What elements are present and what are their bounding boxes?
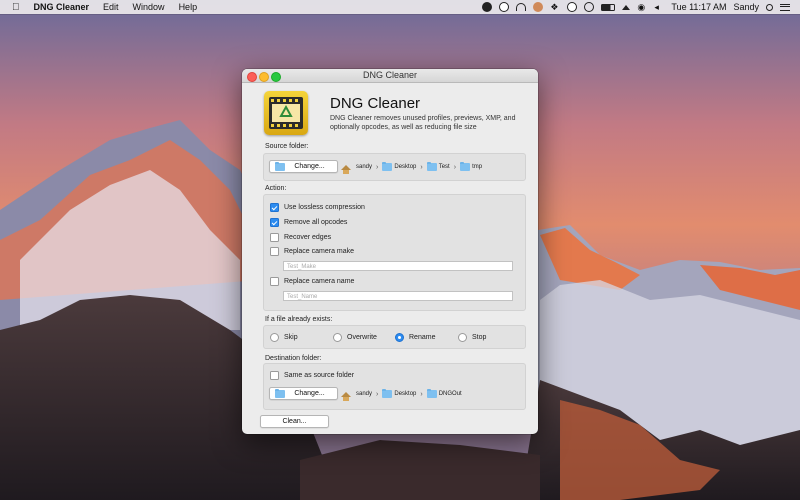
- window-title-bar[interactable]: DNG Cleaner: [242, 69, 538, 83]
- avatar-icon[interactable]: [533, 2, 544, 12]
- menu-bar:  DNG Cleaner Edit Window Help ❖ ◉ ◂ Tue…: [0, 0, 800, 14]
- source-folder-label: Source folder:: [265, 143, 309, 150]
- path-segment: Desktop: [394, 391, 417, 397]
- checkbox-label: Replace camera make: [284, 248, 355, 255]
- app-name-heading: DNG Cleaner: [330, 95, 421, 112]
- lossless-compression-checkbox[interactable]: Use lossless compression: [270, 203, 365, 212]
- user-name[interactable]: Sandy: [733, 2, 759, 12]
- chevron-right-icon: ›: [453, 163, 457, 171]
- app-window: DNG Cleaner DNG Cleaner DNG Cleaner remo…: [242, 69, 538, 434]
- path-segment: sandy: [356, 164, 373, 170]
- timer-icon[interactable]: [584, 2, 595, 12]
- chevron-right-icon: ›: [420, 163, 423, 171]
- destination-folder-label: Destination folder:: [265, 355, 322, 362]
- source-change-button[interactable]: Change...: [269, 160, 338, 173]
- menu-help[interactable]: Help: [179, 2, 198, 12]
- radio-unselected[interactable]: [458, 333, 467, 342]
- spotlight-search-icon[interactable]: [766, 3, 773, 11]
- radio-label: Overwrite: [347, 334, 377, 341]
- overwrite-radio[interactable]: Overwrite: [333, 333, 377, 342]
- checkbox-label: Same as source folder: [284, 372, 355, 379]
- stop-radio[interactable]: Stop: [458, 333, 486, 342]
- app-description: DNG Cleaner removes unused profiles, pre…: [330, 115, 516, 131]
- source-path: sandy › Desktop › Test › tmp: [341, 161, 483, 174]
- folder-icon: [275, 161, 285, 171]
- path-segment: sandy: [356, 391, 373, 397]
- clock[interactable]: Tue 11:17 AM: [671, 2, 726, 12]
- radio-label: Stop: [472, 334, 487, 341]
- checkbox-unchecked[interactable]: [270, 371, 279, 380]
- home-icon: [341, 391, 351, 401]
- home-icon: [341, 164, 351, 174]
- app-icon: [264, 91, 308, 135]
- dropbox-icon[interactable]: ❖: [550, 2, 560, 12]
- rename-radio[interactable]: Rename: [395, 333, 435, 342]
- checkbox-label: Recover edges: [284, 234, 332, 241]
- exists-label: If a file already exists:: [265, 316, 333, 323]
- skip-radio[interactable]: Skip: [270, 333, 298, 342]
- chevron-right-icon: ›: [376, 390, 379, 398]
- folder-icon: [382, 388, 393, 398]
- notification-center-icon[interactable]: [780, 3, 790, 11]
- destination-change-button[interactable]: Change...: [269, 387, 338, 400]
- folder-icon: [382, 161, 393, 171]
- chevron-right-icon: ›: [376, 163, 379, 171]
- info-icon[interactable]: [499, 2, 510, 12]
- checkbox-label: Remove all opcodes: [284, 219, 348, 226]
- eject-icon[interactable]: [622, 4, 631, 10]
- menu-app-name[interactable]: DNG Cleaner: [34, 2, 90, 12]
- radio-unselected[interactable]: [333, 333, 342, 342]
- battery-icon[interactable]: [601, 3, 616, 11]
- radio-label: Skip: [284, 334, 298, 341]
- menu-window[interactable]: Window: [133, 2, 165, 12]
- path-segment: tmp: [472, 164, 483, 170]
- folder-icon: [275, 388, 285, 398]
- camera-make-input[interactable]: Test_Make: [283, 261, 513, 271]
- menu-edit[interactable]: Edit: [103, 2, 119, 12]
- path-segment: Test: [438, 164, 450, 170]
- checkbox-checked[interactable]: [270, 218, 279, 227]
- checkbox-unchecked[interactable]: [270, 233, 279, 242]
- path-segment: DNGOut: [438, 391, 462, 397]
- same-as-source-checkbox[interactable]: Same as source folder: [270, 371, 354, 380]
- folder-icon: [460, 161, 471, 171]
- checkbox-label: Replace camera name: [284, 278, 355, 285]
- circle-icon[interactable]: [482, 2, 493, 12]
- checkbox-unchecked[interactable]: [270, 277, 279, 286]
- clean-button[interactable]: Clean...: [260, 415, 329, 428]
- replace-name-checkbox[interactable]: Replace camera name: [270, 277, 354, 286]
- volume-icon[interactable]: ◂: [654, 2, 664, 12]
- destination-change-label: Change...: [294, 390, 325, 397]
- checkbox-unchecked[interactable]: [270, 247, 279, 256]
- headphones-icon[interactable]: [516, 3, 527, 11]
- source-folder-box: Change... sandy › Desktop › Test › tmp: [263, 153, 526, 181]
- folder-icon: [426, 161, 437, 171]
- remove-opcodes-checkbox[interactable]: Remove all opcodes: [270, 218, 347, 227]
- camera-name-input[interactable]: Test_Name: [283, 291, 513, 301]
- source-change-label: Change...: [294, 163, 325, 170]
- apple-menu-icon[interactable]: : [12, 2, 20, 13]
- wifi-icon[interactable]: ◉: [637, 2, 647, 12]
- action-label: Action:: [265, 185, 287, 192]
- destination-folder-box: Same as source folder Change... sandy › …: [263, 363, 526, 410]
- folder-icon: [426, 388, 437, 398]
- radio-label: Rename: [409, 334, 436, 341]
- destination-path: sandy › Desktop › DNGOut: [341, 388, 462, 401]
- radio-unselected[interactable]: [270, 333, 279, 342]
- replace-make-checkbox[interactable]: Replace camera make: [270, 247, 354, 256]
- checkbox-label: Use lossless compression: [284, 204, 365, 211]
- chevron-right-icon: ›: [420, 390, 423, 398]
- recover-edges-checkbox[interactable]: Recover edges: [270, 233, 331, 242]
- radio-selected[interactable]: [395, 333, 404, 342]
- checkbox-checked[interactable]: [270, 203, 279, 212]
- window-title: DNG Cleaner: [362, 70, 418, 80]
- time-machine-icon[interactable]: [567, 2, 578, 12]
- path-segment: Desktop: [394, 164, 417, 170]
